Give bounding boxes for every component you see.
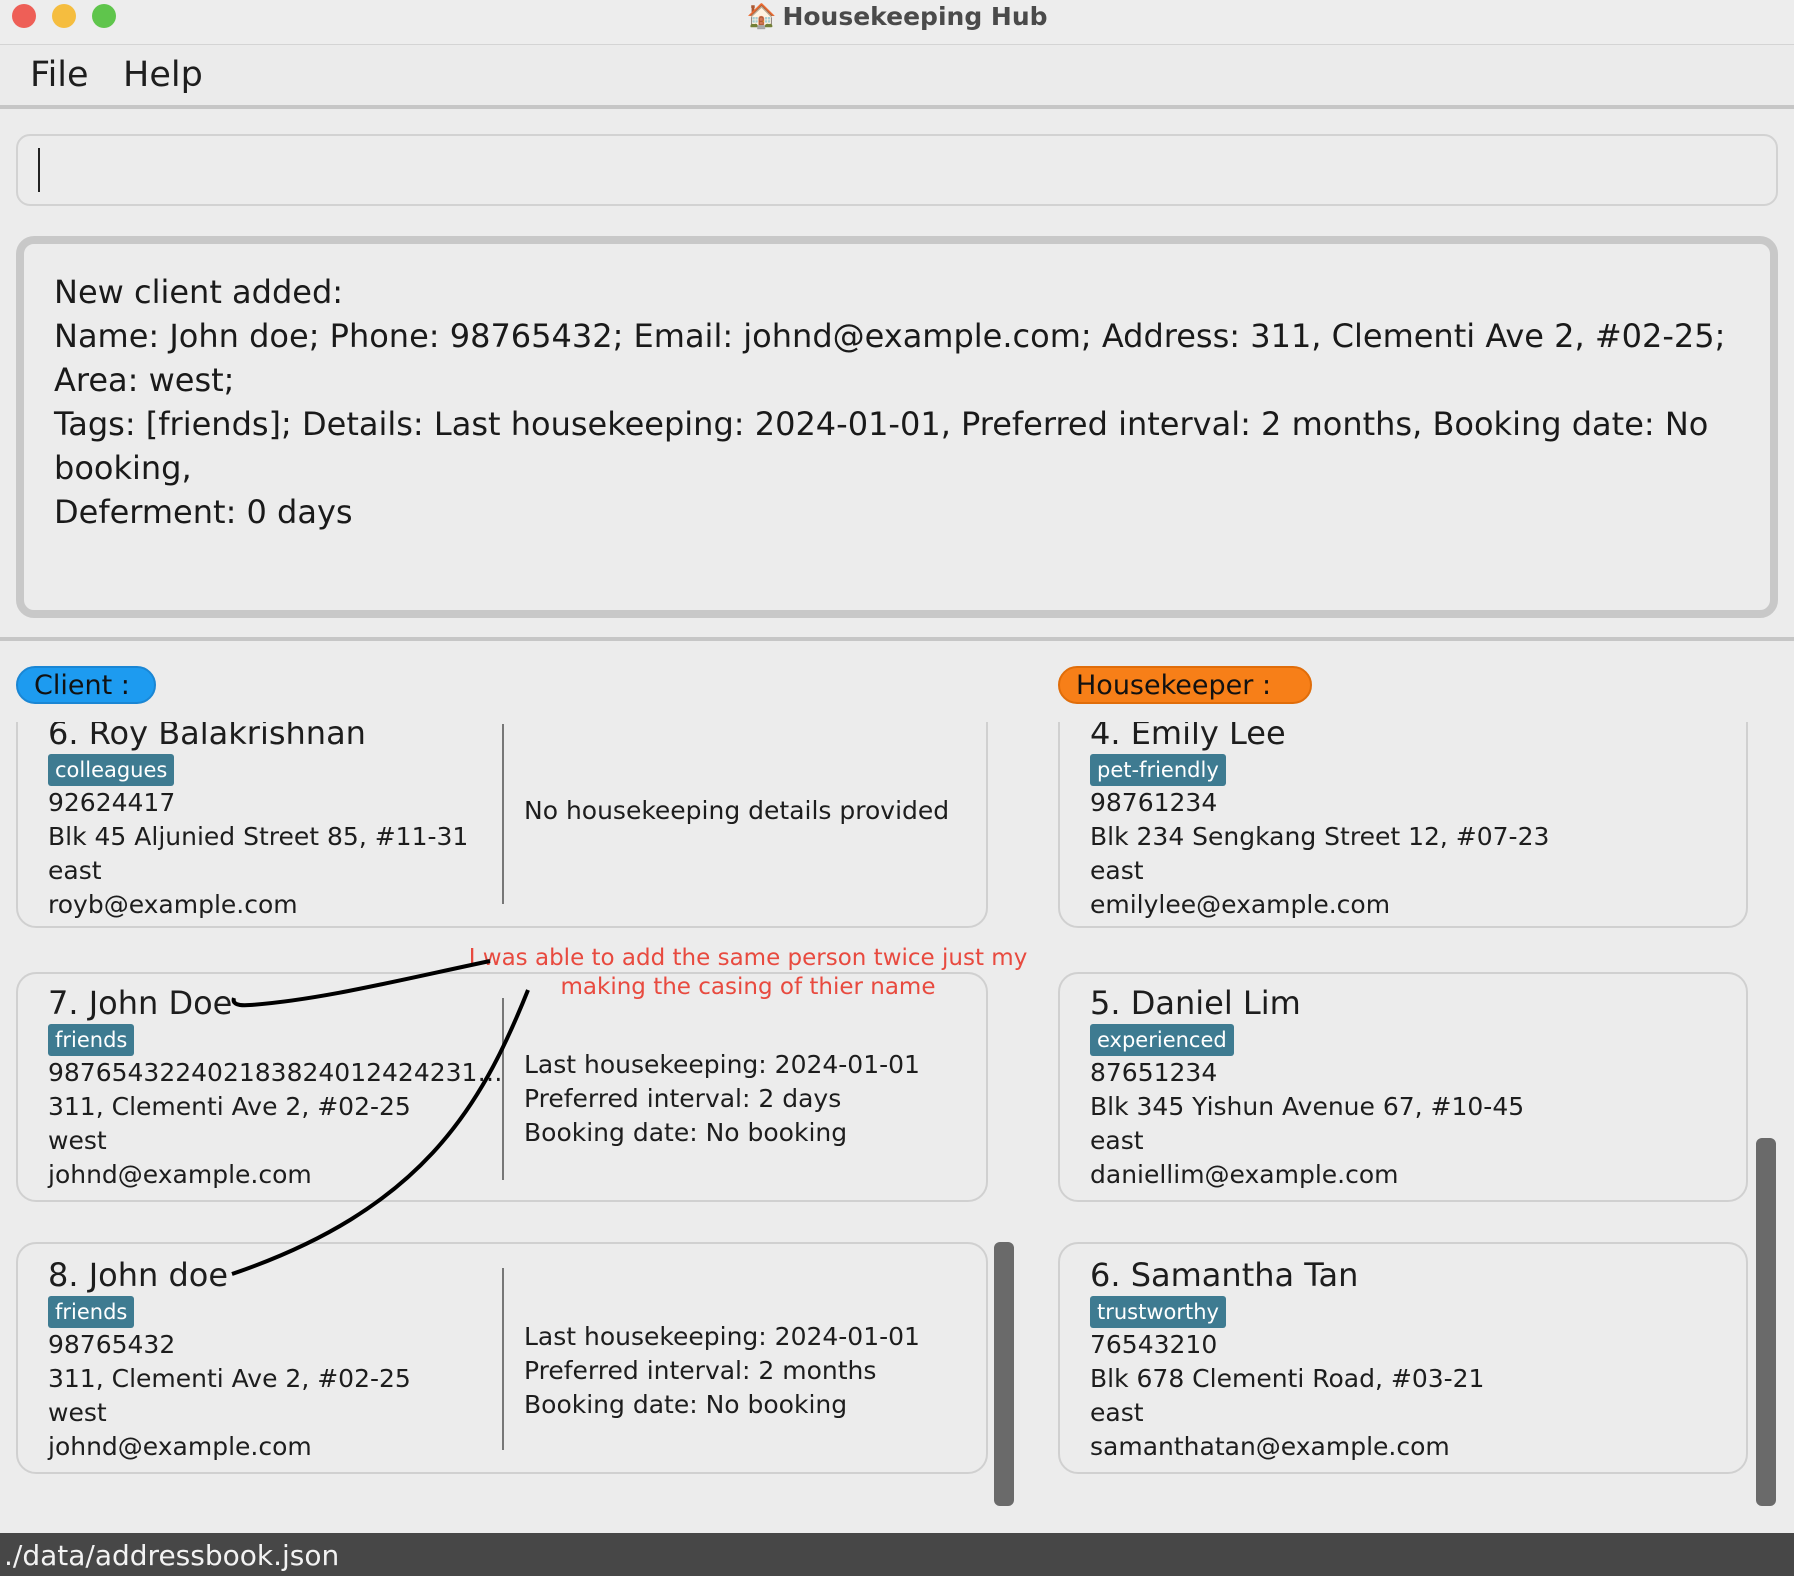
client-tag: colleagues [48, 754, 175, 786]
housekeeper-tag: experienced [1090, 1024, 1234, 1056]
housekeeper-panel-label: Housekeeper : [1058, 666, 1312, 704]
house-icon: 🏠 [746, 2, 777, 30]
client-email: johnd@example.com [48, 1432, 312, 1461]
housekeeper-email: samanthatan@example.com [1090, 1432, 1450, 1461]
housekeeper-card[interactable]: 4. Emily Lee pet-friendly 98761234 Blk 2… [1058, 722, 1748, 928]
client-address: 311, Clementi Ave 2, #02-25 [48, 1092, 411, 1121]
housekeeper-phone: 87651234 [1090, 1058, 1218, 1087]
card-separator [502, 998, 504, 1180]
client-phone: 98765432 [48, 1330, 176, 1359]
client-email: royb@example.com [48, 890, 298, 919]
client-list[interactable]: 6. Roy Balakrishnan colleagues 92624417 … [0, 722, 1000, 1522]
housekeeper-area: east [1090, 1398, 1144, 1427]
panel-divider [0, 637, 1794, 641]
housekeeper-card[interactable]: 5. Daniel Lim experienced 87651234 Blk 3… [1058, 972, 1748, 1202]
preferred-interval: Preferred interval: 2 months [524, 1356, 877, 1385]
client-address: 311, Clementi Ave 2, #02-25 [48, 1364, 411, 1393]
client-name: 6. Roy Balakrishnan [48, 722, 366, 752]
status-bar: ./data/addressbook.json [0, 1533, 1794, 1576]
last-housekeeping: Last housekeeping: 2024-01-01 [524, 1050, 920, 1079]
housekeeper-card[interactable]: 6. Samantha Tan trustworthy 76543210 Blk… [1058, 1242, 1748, 1474]
menu-help[interactable]: Help [123, 55, 203, 95]
housekeeper-list[interactable]: 4. Emily Lee pet-friendly 98761234 Blk 2… [1040, 722, 1794, 1522]
housekeeper-name: 6. Samantha Tan [1090, 1256, 1359, 1294]
client-name: 7. John Doe [48, 984, 233, 1022]
last-housekeeping: Last housekeeping: 2024-01-01 [524, 1322, 920, 1351]
client-area: east [48, 856, 102, 885]
client-card[interactable]: 8. John doe friends 98765432 311, Clemen… [16, 1242, 988, 1474]
window-title: Housekeeping Hub [782, 1, 1048, 31]
housekeeper-address: Blk 234 Sengkang Street 12, #07-23 [1090, 822, 1550, 851]
client-card[interactable]: 7. John Doe friends 98765432240218382401… [16, 972, 988, 1202]
housekeeper-area: east [1090, 1126, 1144, 1155]
client-name: 8. John doe [48, 1256, 229, 1294]
client-panel-label: Client : [16, 666, 156, 704]
title-bar: 🏠 Housekeeping Hub [0, 0, 1794, 45]
housekeeper-phone: 76543210 [1090, 1330, 1218, 1359]
housekeeper-area: east [1090, 856, 1144, 885]
housekeeping-details: No housekeeping details provided [524, 796, 950, 825]
housekeeper-tag: pet-friendly [1090, 754, 1226, 786]
housekeeper-phone: 98761234 [1090, 788, 1218, 817]
housekeeper-address: Blk 345 Yishun Avenue 67, #10-45 [1090, 1092, 1525, 1121]
client-phone: 987654322402183824012424231… [48, 1058, 503, 1087]
housekeeper-list-scrollbar[interactable] [1756, 1138, 1776, 1506]
preferred-interval: Preferred interval: 2 days [524, 1084, 842, 1113]
command-input[interactable] [16, 134, 1778, 206]
client-email: johnd@example.com [48, 1160, 312, 1189]
housekeeper-address: Blk 678 Clementi Road, #03-21 [1090, 1364, 1485, 1393]
client-card[interactable]: 6. Roy Balakrishnan colleagues 92624417 … [16, 722, 988, 928]
card-separator [502, 1268, 504, 1450]
card-separator [502, 724, 504, 904]
text-caret [38, 148, 40, 192]
client-phone: 92624417 [48, 788, 176, 817]
annotation-note: I was able to add the same person twice … [468, 945, 1028, 1000]
client-tag: friends [48, 1024, 135, 1056]
housekeeper-email: daniellim@example.com [1090, 1160, 1399, 1189]
housekeeper-tag: trustworthy [1090, 1296, 1226, 1328]
data-file-path: ./data/addressbook.json [4, 1539, 340, 1572]
housekeeper-name: 4. Emily Lee [1090, 722, 1286, 752]
booking-date: Booking date: No booking [524, 1390, 848, 1419]
housekeeper-email: emilylee@example.com [1090, 890, 1391, 919]
client-area: west [48, 1398, 107, 1427]
result-message: New client added: Name: John doe; Phone:… [54, 273, 1726, 531]
client-area: west [48, 1126, 107, 1155]
client-address: Blk 45 Aljunied Street 85, #11-31 [48, 822, 469, 851]
client-list-scrollbar[interactable] [994, 1242, 1014, 1506]
menu-file[interactable]: File [30, 55, 89, 95]
housekeeper-name: 5. Daniel Lim [1090, 984, 1301, 1022]
menu-bar: File Help [0, 45, 1794, 109]
result-display: New client added: Name: John doe; Phone:… [16, 236, 1778, 618]
client-tag: friends [48, 1296, 135, 1328]
booking-date: Booking date: No booking [524, 1118, 848, 1147]
